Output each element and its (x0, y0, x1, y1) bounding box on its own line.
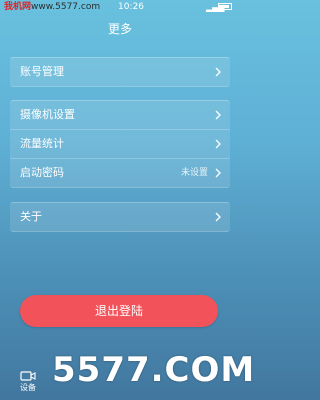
site-url: www.5577.com (31, 2, 101, 12)
tab-label: 设备 (20, 383, 36, 392)
chevron-right-icon (215, 139, 221, 149)
chevron-right-icon (215, 212, 221, 222)
menu-item-account-management[interactable]: 账号管理 (10, 58, 230, 86)
status-bar: 我机网www.5577.com 10:26 ▂▄▆ (0, 0, 240, 14)
battery-icon (218, 3, 232, 10)
chevron-right-icon (215, 110, 221, 120)
menu-item-label: 流量统计 (20, 137, 64, 150)
startup-password-status: 未设置 (180, 168, 208, 178)
settings-section: 摄像机设置 流量统计 启动密码 未设置 (10, 100, 230, 188)
menu-item-camera-settings[interactable]: 摄像机设置 (10, 101, 230, 130)
page-title: 更多 (107, 22, 132, 36)
about-section: 关于 (10, 202, 230, 232)
menu-item-traffic-stats[interactable]: 流量统计 (10, 130, 230, 159)
device-camera-icon (20, 371, 36, 381)
site-name: 我机网 (4, 2, 32, 12)
logout-button[interactable]: 退出登陆 (20, 295, 218, 327)
account-section: 账号管理 (10, 57, 230, 87)
chevron-right-icon (215, 67, 221, 77)
menu-item-label: 摄像机设置 (20, 108, 75, 121)
status-bar-time: 10:26 (118, 2, 144, 12)
status-bar-icons: ▂▄▆ (206, 2, 236, 12)
menu-item-label: 启动密码 (20, 166, 64, 179)
watermark-logo: 5577.COM (52, 350, 256, 390)
menu-item-startup-password[interactable]: 启动密码 未设置 (10, 159, 230, 187)
status-bar-site: 我机网www.5577.com (4, 0, 100, 14)
menu-item-label: 账号管理 (20, 65, 64, 78)
chevron-right-icon (215, 168, 221, 178)
menu-item-about[interactable]: 关于 (10, 203, 230, 231)
menu-item-label: 关于 (20, 210, 42, 223)
tab-devices[interactable]: 设备 (8, 370, 48, 393)
